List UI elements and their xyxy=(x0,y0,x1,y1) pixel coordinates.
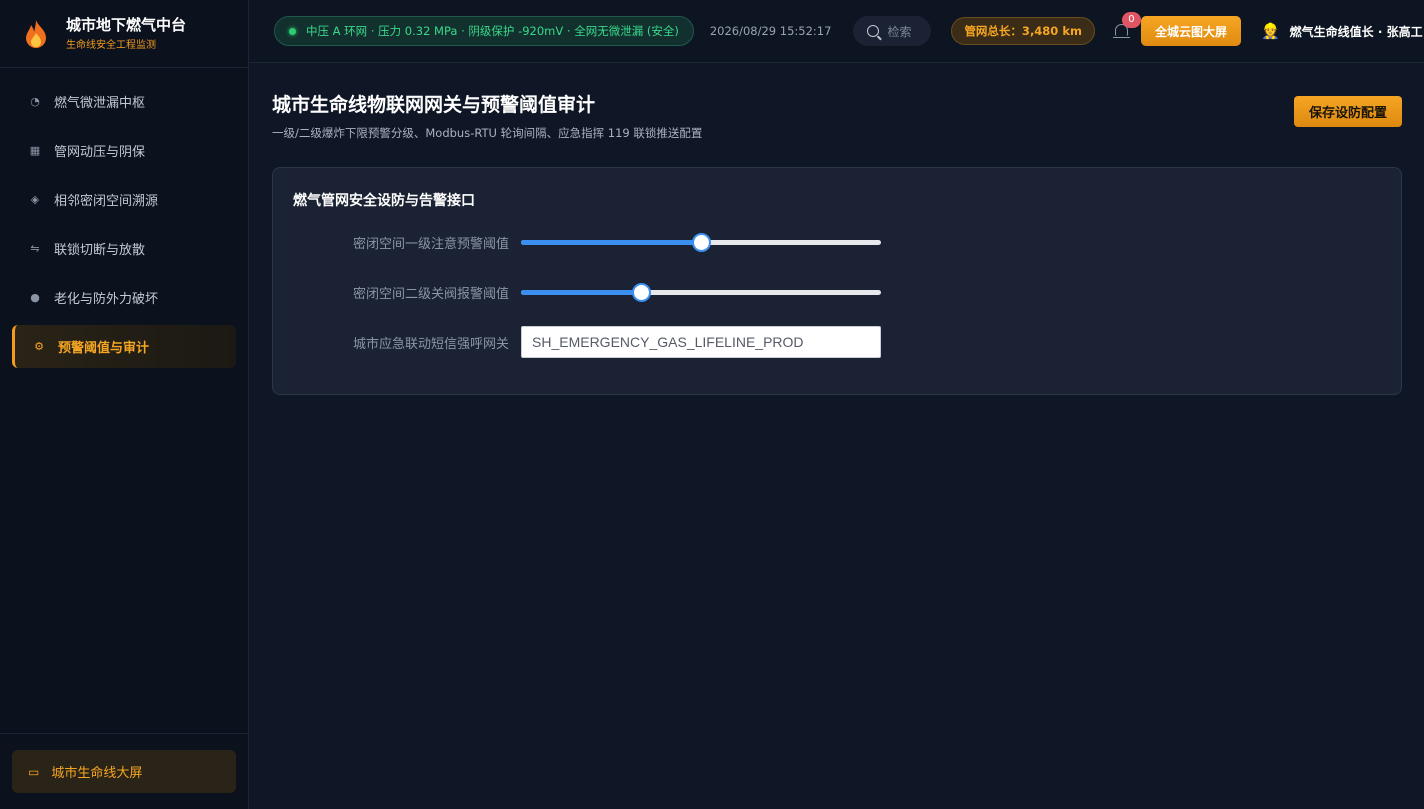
slider-thumb[interactable] xyxy=(632,283,651,302)
search-box[interactable]: 检索 xyxy=(853,16,932,46)
slider-fill xyxy=(521,240,701,245)
gear-icon: ⚙ xyxy=(34,340,44,353)
sidebar-item-label: 燃气微泄漏中枢 xyxy=(54,96,146,111)
gateway-label: 城市应急联动短信强呼网关 xyxy=(352,336,509,352)
sidebar-item-5[interactable]: ● 老化与防外力破坏 xyxy=(12,276,236,319)
lifeline-screen-button[interactable]: ▭ 城市生命线大屏 xyxy=(12,750,236,793)
gateway-row: 城市应急联动短信强呼网关 xyxy=(293,326,1381,358)
sidebar-item-3[interactable]: ◈ 相邻密闭空间溯源 xyxy=(12,178,236,221)
slider-thumb[interactable] xyxy=(692,233,711,252)
user-menu[interactable]: 👷 燃气生命线值长 · 张高工 xyxy=(1261,22,1423,40)
level2-threshold-row: 密闭空间二级关阀报警阈值 xyxy=(293,276,1381,308)
worker-avatar-icon: 👷 xyxy=(1260,22,1280,40)
target-icon: ◈ xyxy=(30,193,40,206)
settings-card: 燃气管网安全设防与告警接口 密闭空间一级注意预警阈值 密闭空间二级关阀报警阈值 … xyxy=(272,167,1402,395)
search-placeholder: 检索 xyxy=(887,24,912,39)
brand-title: 城市地下燃气中台 xyxy=(66,16,187,34)
gauge-icon: ◔ xyxy=(30,95,40,108)
sidebar-item-label: 联锁切断与放散 xyxy=(54,243,146,258)
sidebar-nav: ◔ 燃气微泄漏中枢 ▦ 管网动压与阴保 ◈ 相邻密闭空间溯源 ⇋ 联锁切断与放散 ● 老化与防外力… xyxy=(0,68,248,368)
sidebar-footer: ▭ 城市生命线大屏 xyxy=(0,733,248,809)
flame-icon xyxy=(26,19,46,48)
slider-fill xyxy=(521,290,641,295)
level1-threshold-label: 密闭空间一级注意预警阈值 xyxy=(352,236,509,252)
network-length-badge: 管网总长：3,480 km xyxy=(951,17,1095,45)
sidebar-item-6[interactable]: ⚙ 预警阈值与审计 xyxy=(12,325,236,368)
page-subtitle: 一级/二级爆炸下限预警分级、Modbus-RTU 轮询间隔、应急指挥 119 联… xyxy=(272,126,703,140)
topbar: 中压 A 环网 · 压力 0.32 MPa · 阴级保护 -920mV · 全网… xyxy=(249,0,1424,63)
sidebar-item-label: 预警阈值与审计 xyxy=(58,341,150,356)
swap-icon: ⇋ xyxy=(30,242,40,255)
notification-count-badge: 0 xyxy=(1121,12,1141,28)
level1-threshold-slider[interactable] xyxy=(521,232,881,252)
brand: 城市地下燃气中台 生命线安全工程监测 xyxy=(0,0,248,68)
monitor-icon: ▭ xyxy=(28,764,40,779)
page-title: 城市生命线物联网网关与预警阈值审计 xyxy=(272,94,596,116)
network-status-pill: 中压 A 环网 · 压力 0.32 MPa · 阴级保护 -920mV · 全网… xyxy=(274,16,694,46)
user-name: 燃气生命线值长 · 张高工 xyxy=(1289,24,1423,39)
sidebar-item-2[interactable]: ▦ 管网动压与阴保 xyxy=(12,129,236,172)
level2-threshold-slider[interactable] xyxy=(521,282,881,302)
datetime: 2026/08/29 15:52:17 xyxy=(709,24,832,38)
sidebar-item-label: 老化与防外力破坏 xyxy=(54,292,159,307)
main-content: 城市生命线物联网网关与预警阈值审计 一级/二级爆炸下限预警分级、Modbus-R… xyxy=(272,63,1402,395)
card-title: 燃气管网安全设防与告警接口 xyxy=(293,193,475,209)
status-dot-icon xyxy=(289,27,296,35)
save-config-button[interactable]: 保存设防配置 xyxy=(1293,96,1402,127)
brand-subtitle: 生命线安全工程监测 xyxy=(66,40,156,51)
search-icon xyxy=(867,25,880,37)
sidebar-item-label: 相邻密闭空间溯源 xyxy=(54,194,159,209)
network-status-text: 中压 A 环网 · 压力 0.32 MPa · 阴级保护 -920mV · 全网… xyxy=(306,24,679,38)
gateway-input[interactable] xyxy=(521,326,881,358)
sidebar-item-label: 管网动压与阴保 xyxy=(54,145,146,160)
level1-threshold-row: 密闭空间一级注意预警阈值 xyxy=(293,226,1381,258)
lifeline-screen-label: 城市生命线大屏 xyxy=(51,766,143,781)
alert-icon: ● xyxy=(30,291,40,304)
notification-bell[interactable]: 0 xyxy=(1112,12,1141,41)
sidebar-item-4[interactable]: ⇋ 联锁切断与放散 xyxy=(12,227,236,270)
sidebar-item-1[interactable]: ◔ 燃气微泄漏中枢 xyxy=(12,80,236,123)
chart-icon: ▦ xyxy=(29,144,41,157)
sidebar: 城市地下燃气中台 生命线安全工程监测 ◔ 燃气微泄漏中枢 ▦ 管网动压与阴保 ◈ 相邻密闭… xyxy=(0,0,249,809)
level2-threshold-label: 密闭空间二级关阀报警阈值 xyxy=(352,286,509,302)
city-cloud-screen-button[interactable]: 全城云图大屏 xyxy=(1140,16,1241,46)
